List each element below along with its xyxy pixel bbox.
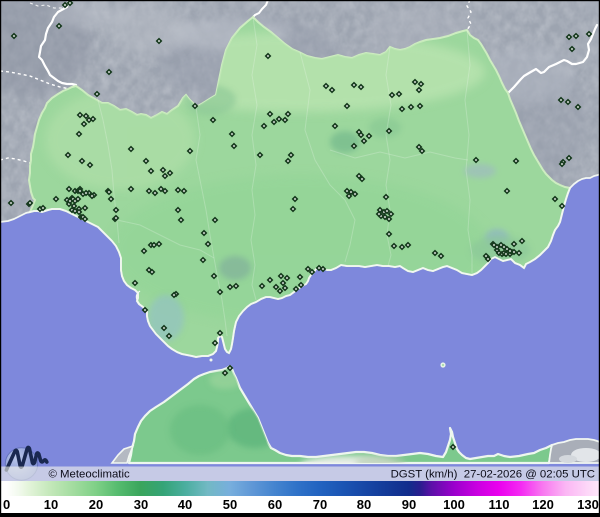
svg-text:40: 40 — [178, 497, 192, 512]
svg-text:© Meteoclimatic: © Meteoclimatic — [49, 468, 130, 480]
svg-text:90: 90 — [402, 497, 416, 512]
svg-text:70: 70 — [313, 497, 327, 512]
svg-text:60: 60 — [268, 497, 282, 512]
svg-text:80: 80 — [357, 497, 371, 512]
svg-text:120: 120 — [532, 497, 554, 512]
svg-text:110: 110 — [489, 497, 510, 512]
svg-text:10: 10 — [44, 497, 58, 512]
svg-text:20: 20 — [89, 497, 103, 512]
svg-text:DGST (km/h) 27-02-2026 @ 02:0: DGST (km/h) 27-02-2026 @ 02:05 UTC — [391, 469, 595, 481]
svg-text:50: 50 — [223, 497, 237, 512]
svg-text:130: 130 — [577, 497, 599, 512]
svg-text:100: 100 — [443, 497, 465, 512]
svg-text:30: 30 — [134, 497, 148, 512]
svg-text:0: 0 — [3, 497, 10, 512]
